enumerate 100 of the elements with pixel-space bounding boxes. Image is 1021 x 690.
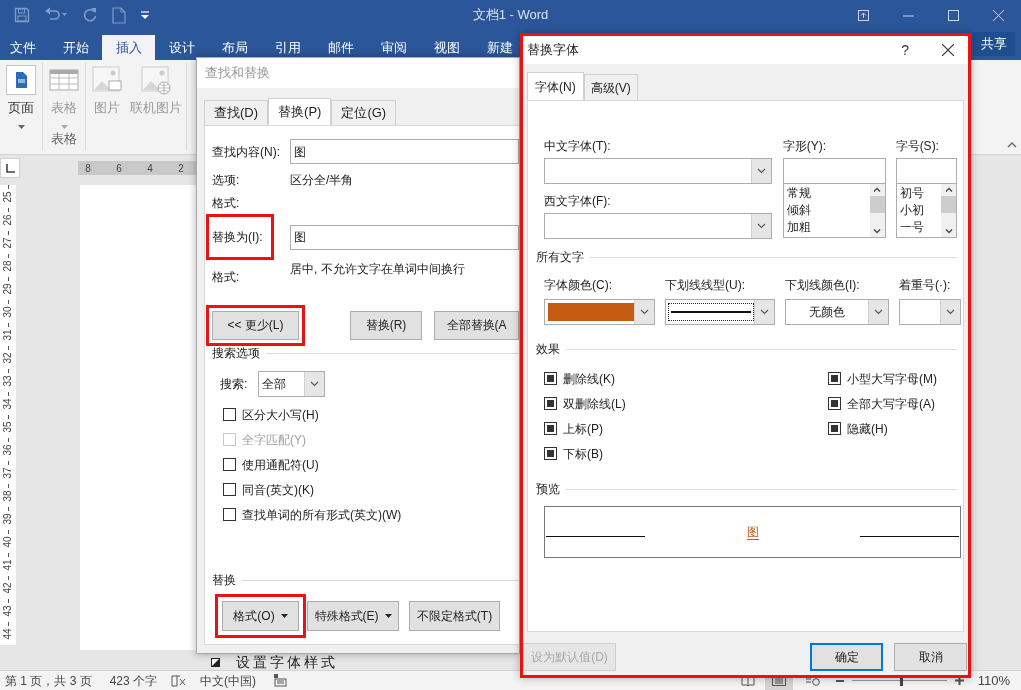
word-count[interactable]: 423 个字	[109, 671, 158, 690]
ruler-number: 38	[3, 490, 13, 502]
customize-toolbar-icon[interactable]	[140, 10, 150, 20]
dialog-button[interactable]: 取消	[894, 643, 967, 671]
dialog-tab[interactable]: 替换(P)	[268, 98, 332, 125]
checkbox[interactable]	[828, 372, 841, 385]
chevron-down-icon	[756, 223, 766, 229]
ruler-number: 31	[3, 329, 13, 341]
ribbon-tab[interactable]: 插入	[102, 35, 155, 60]
text-field[interactable]: 图	[290, 139, 519, 164]
ribbon-tab[interactable]: 审阅	[367, 35, 420, 60]
close-icon[interactable]	[942, 44, 954, 56]
list-option[interactable]: 常规	[786, 185, 870, 202]
scroll-down-icon[interactable]	[944, 229, 953, 234]
scrollbar[interactable]	[869, 184, 885, 237]
list-option[interactable]: 加粗	[786, 219, 870, 236]
list-option[interactable]: 小初	[899, 202, 941, 219]
read-mode-icon[interactable]	[740, 675, 755, 686]
page-count[interactable]: 第 1 页，共 3 页	[5, 671, 92, 690]
underline-style-dropdown[interactable]	[665, 299, 775, 325]
checkbox-label: 删除线(K)	[563, 370, 615, 388]
dialog-button[interactable]: 格式(O)	[222, 601, 299, 631]
scroll-up-icon[interactable]	[873, 187, 882, 192]
help-button[interactable]: ?	[901, 39, 909, 61]
page-icon	[6, 65, 36, 95]
list-option[interactable]: 倾斜	[786, 202, 870, 219]
save-icon[interactable]	[14, 7, 30, 23]
dialog-button[interactable]: 替换(R)	[350, 310, 423, 340]
checkbox[interactable]	[223, 458, 236, 471]
picture-icon	[92, 65, 122, 95]
ribbon-tab[interactable]: 引用	[261, 35, 314, 60]
checkbox[interactable]	[544, 447, 557, 460]
scrollbar-thumb[interactable]	[869, 196, 885, 213]
ruler-number: 4	[146, 161, 154, 176]
web-layout-icon[interactable]	[804, 675, 820, 686]
text-field[interactable]: 图	[290, 224, 519, 250]
field-label: 格式:	[212, 195, 240, 212]
list-option[interactable]: 一号	[899, 219, 941, 236]
window-title: 文档1 - Word	[472, 6, 549, 25]
ribbon-tab[interactable]: 视图	[420, 35, 473, 60]
checkbox[interactable]	[223, 508, 236, 521]
checkbox[interactable]	[544, 397, 557, 410]
dialog-tab[interactable]: 定位(G)	[331, 100, 397, 125]
dialog-button[interactable]: 确定	[810, 643, 883, 671]
ribbon-tab[interactable]: 设计	[155, 35, 208, 60]
ribbon-display-icon[interactable]	[858, 9, 869, 21]
list-bullet-icon	[211, 658, 220, 667]
section-title: 效果	[536, 341, 560, 358]
text-field[interactable]	[895, 158, 957, 184]
dialog-button[interactable]: 不限定格式(T)	[409, 601, 500, 631]
ribbon-tab[interactable]: 邮件	[314, 35, 367, 60]
ribbon-button[interactable]: 页面	[4, 65, 38, 129]
chevron-down-icon	[756, 168, 766, 174]
dialog-tab[interactable]: 查找(D)	[204, 100, 269, 125]
dialog-tab[interactable]: 字体(N)	[527, 72, 584, 100]
zoom-level[interactable]: 110%	[977, 670, 1010, 690]
macro-record-icon[interactable]	[274, 674, 288, 687]
dialog-button[interactable]: 全部替换(A	[434, 310, 519, 340]
search-scope-dropdown[interactable]: 全部	[258, 371, 325, 397]
checkbox[interactable]	[223, 483, 236, 496]
checkbox[interactable]	[828, 422, 841, 435]
maximize-icon[interactable]	[948, 9, 959, 21]
field-label: 查找内容(N):	[212, 143, 281, 161]
redo-icon[interactable]	[82, 7, 98, 23]
undo-icon[interactable]	[44, 7, 68, 23]
font-style-list[interactable]: 常规 倾斜 加粗	[782, 184, 886, 238]
zoom-in-icon[interactable]	[954, 676, 964, 685]
dialog-button[interactable]: << 更少(L)	[212, 310, 299, 340]
print-layout-icon[interactable]	[771, 675, 786, 686]
field-label: 下划线颜色(I):	[785, 277, 861, 294]
ribbon-tab[interactable]: 文件	[0, 35, 49, 60]
ribbon-tab[interactable]: 布局	[208, 35, 261, 60]
checkbox[interactable]	[828, 397, 841, 410]
proofing-icon[interactable]	[171, 673, 187, 688]
list-option[interactable]: 初号	[899, 185, 941, 202]
scrollbar[interactable]	[941, 184, 956, 237]
collapse-ribbon-icon[interactable]	[1007, 142, 1017, 148]
chevron-down-icon	[874, 309, 883, 315]
scrollbar-thumb[interactable]	[941, 196, 956, 213]
ruler-number: 6	[115, 161, 123, 176]
dialog-tab[interactable]: 高级(V)	[583, 74, 638, 100]
scroll-up-icon[interactable]	[944, 187, 953, 192]
field-label: 着重号(·):	[899, 277, 952, 294]
dialog-button[interactable]: 特殊格式(E)	[307, 601, 399, 631]
chevron-down-icon	[310, 381, 319, 387]
text-field[interactable]	[782, 158, 886, 184]
font-color-dropdown[interactable]	[544, 299, 655, 325]
checkbox-label: 全字匹配(Y)	[242, 431, 306, 449]
checkbox[interactable]	[223, 408, 236, 421]
share-button[interactable]: 共享	[973, 32, 1015, 56]
font-size-list[interactable]: 初号 小初 一号	[895, 184, 957, 238]
tab-stop-icon[interactable]	[5, 163, 15, 173]
checkbox[interactable]	[544, 372, 557, 385]
dialog-title: 替换字体	[527, 41, 579, 60]
language-indicator[interactable]: 中文(中国)	[200, 671, 257, 690]
underline-color-dropdown[interactable]: 无颜色	[785, 299, 889, 325]
checkbox[interactable]	[544, 422, 557, 435]
scroll-down-icon[interactable]	[873, 229, 882, 234]
field-label: 字形(Y):	[782, 139, 827, 153]
ribbon-tab[interactable]: 开始	[49, 35, 102, 60]
